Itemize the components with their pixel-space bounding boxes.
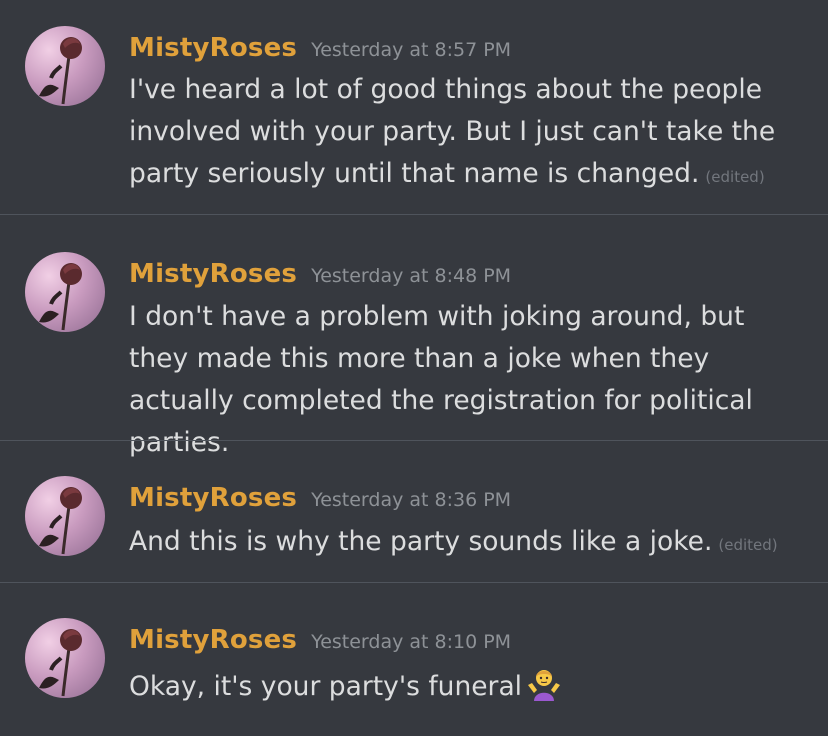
username[interactable]: MistyRoses	[129, 259, 297, 289]
username[interactable]: MistyRoses	[129, 625, 297, 655]
edited-label: (edited)	[718, 536, 778, 554]
timestamp: Yesterday at 8:36 PM	[311, 489, 512, 511]
username[interactable]: MistyRoses	[129, 33, 297, 63]
rose-icon	[39, 487, 82, 555]
avatar[interactable]	[25, 26, 105, 106]
message-text: I've heard a lot of good things about th…	[129, 69, 809, 198]
avatar[interactable]	[25, 618, 105, 698]
rose-icon	[39, 629, 82, 697]
message-text: And this is why the party sounds like a …	[129, 521, 809, 566]
message-divider	[0, 582, 828, 583]
avatar[interactable]	[25, 252, 105, 332]
message-divider	[0, 214, 828, 215]
message-text: I don't have a problem with joking aroun…	[129, 296, 809, 464]
rose-icon	[39, 263, 82, 331]
message-body: Okay, it's your party's funeral	[129, 671, 523, 702]
message-body: I've heard a lot of good things about th…	[129, 74, 776, 189]
message-feed: MistyRoses Yesterday at 8:57 PM I've hear…	[0, 0, 828, 736]
edited-label: (edited)	[705, 168, 765, 186]
message-body: And this is why the party sounds like a …	[129, 526, 713, 557]
timestamp: Yesterday at 8:10 PM	[311, 631, 512, 653]
username[interactable]: MistyRoses	[129, 483, 297, 513]
message-divider	[0, 440, 828, 441]
message-body: I don't have a problem with joking aroun…	[129, 301, 753, 458]
timestamp: Yesterday at 8:48 PM	[311, 265, 512, 287]
person-shrugging-emoji	[526, 665, 562, 714]
message-text: Okay, it's your party's funeral	[129, 665, 809, 714]
rose-icon	[39, 37, 82, 105]
avatar[interactable]	[25, 476, 105, 556]
timestamp: Yesterday at 8:57 PM	[311, 39, 512, 61]
